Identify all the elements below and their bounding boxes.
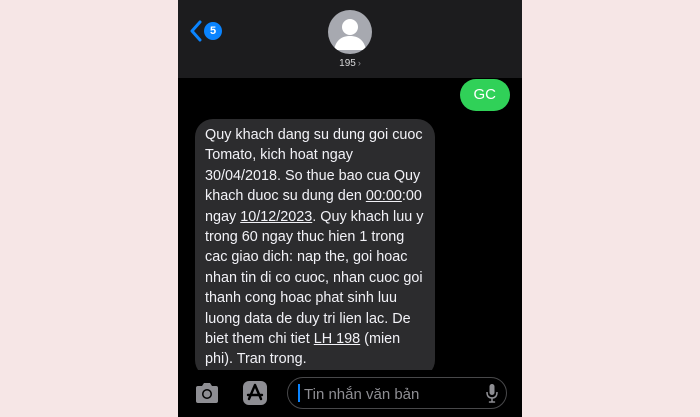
message-input[interactable] <box>302 381 476 407</box>
app-store-button[interactable] <box>240 380 270 406</box>
message-text: . Quy khach luu y trong 60 ngay thuc hie… <box>205 208 424 348</box>
message-input-field[interactable] <box>287 377 507 409</box>
messages-screen: 5 195 › GC Quy khach dang su dung goi cuo… <box>178 0 522 417</box>
person-icon <box>334 19 366 50</box>
sent-message-text: GC <box>473 86 497 103</box>
contact-name-button[interactable]: 195 › <box>178 58 522 69</box>
time-link[interactable]: 00:00 <box>366 188 402 204</box>
sent-message-bubble[interactable]: GC <box>459 79 510 111</box>
text-caret <box>298 384 300 402</box>
message-composer <box>178 370 522 417</box>
camera-button[interactable] <box>192 380 222 406</box>
chevron-left-icon <box>190 20 202 42</box>
received-message-bubble[interactable]: Quy khach dang su dung goi cuoc Tomato, … <box>195 119 435 378</box>
contact-name: 195 <box>339 58 356 69</box>
back-button[interactable]: 5 <box>190 20 222 42</box>
app-store-icon <box>243 381 267 405</box>
contact-avatar[interactable] <box>328 10 372 54</box>
unread-count-badge: 5 <box>204 22 222 40</box>
hotline-link[interactable]: LH 198 <box>314 331 360 347</box>
camera-icon <box>196 383 218 403</box>
conversation-header: 5 195 › <box>178 0 522 78</box>
chevron-right-icon: › <box>357 58 361 68</box>
date-link[interactable]: 10/12/2023 <box>240 209 312 225</box>
microphone-icon[interactable] <box>486 383 498 403</box>
